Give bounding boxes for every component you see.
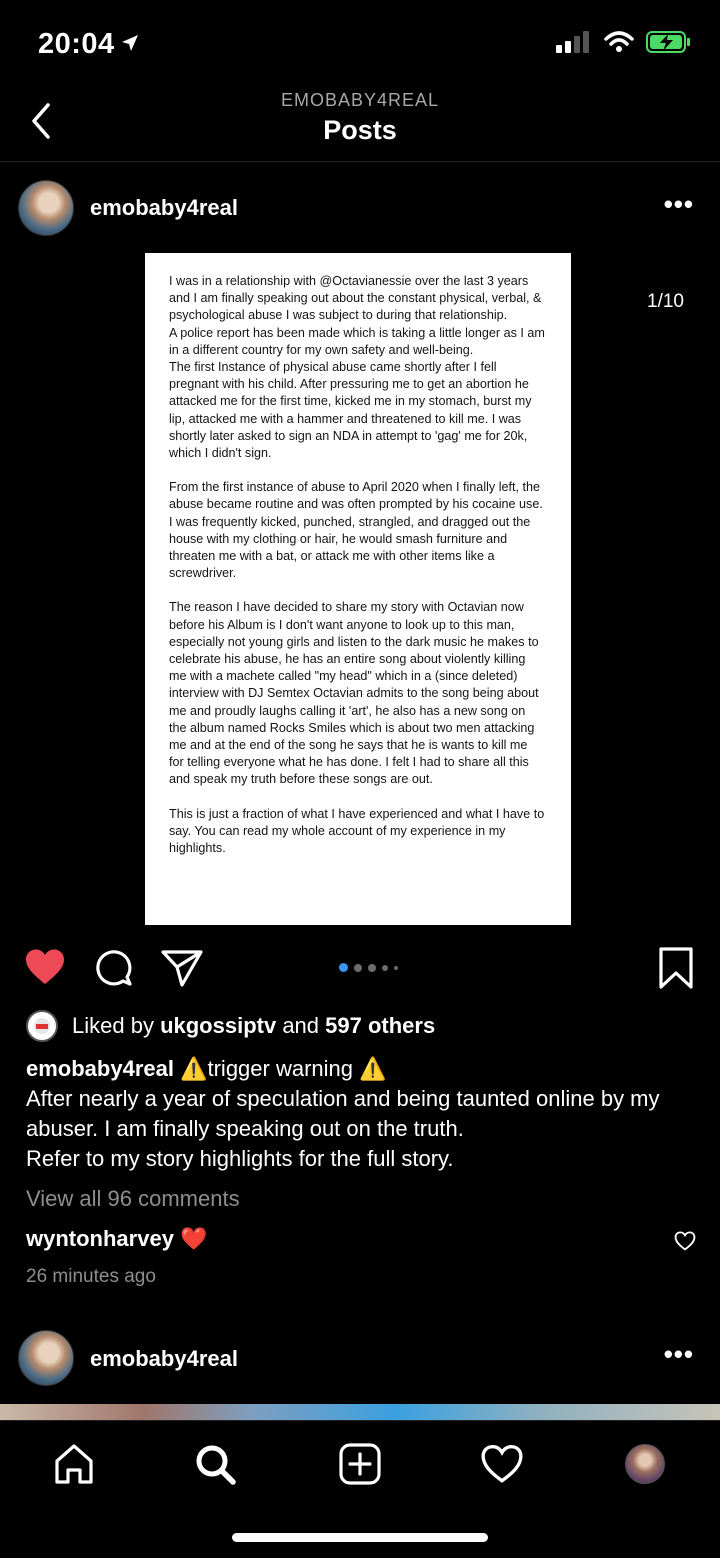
- caption-username[interactable]: emobaby4real: [26, 1056, 174, 1081]
- more-options-icon[interactable]: •••: [664, 189, 694, 220]
- likes-text: Liked by ukgossiptv and 597 others: [72, 1013, 435, 1039]
- avatar[interactable]: [18, 1330, 74, 1386]
- post-username[interactable]: emobaby4real: [90, 195, 238, 221]
- status-time: 20:04: [38, 28, 115, 60]
- post-timestamp: 26 minutes ago: [26, 1266, 156, 1287]
- card-paragraph: From the first instance of abuse to Apri…: [169, 480, 543, 581]
- text-card-image: I was in a relationship with @Octavianes…: [145, 253, 571, 925]
- carousel-dot: [354, 963, 362, 972]
- liker-avatar: [26, 1010, 58, 1042]
- heart-icon[interactable]: [24, 948, 66, 986]
- location-arrow-icon: [122, 35, 138, 51]
- caption-line: After nearly a year of speculation and b…: [26, 1086, 660, 1141]
- comment-text: ❤️: [180, 1226, 208, 1251]
- post-header: emobaby4real •••: [0, 163, 720, 253]
- avatar[interactable]: [18, 180, 74, 236]
- caption-warning: ⚠️trigger warning ⚠️: [180, 1056, 387, 1081]
- account-name: EMOBABY4REAL: [280, 90, 440, 110]
- home-icon: [55, 1444, 93, 1484]
- likes-row[interactable]: Liked by ukgossiptv and 597 others: [26, 1010, 435, 1042]
- likes-and: and: [276, 1013, 326, 1038]
- liked-by-others[interactable]: 597 others: [325, 1013, 435, 1038]
- home-indicator: [232, 1533, 488, 1542]
- comment-username[interactable]: wyntonharvey: [26, 1226, 174, 1251]
- share-icon[interactable]: [160, 948, 204, 988]
- status-bar: 20:04: [0, 0, 720, 90]
- post-actions: [0, 940, 720, 1000]
- tab-activity[interactable]: [477, 1439, 527, 1489]
- battery-charging-icon: [646, 31, 690, 53]
- carousel-dot: [382, 964, 388, 971]
- comment-icon[interactable]: [94, 948, 134, 988]
- tab-new-post[interactable]: [335, 1439, 385, 1489]
- comment: wyntonharvey ❤️: [26, 1226, 696, 1252]
- card-paragraph: This is just a fraction of what I have e…: [169, 806, 545, 856]
- carousel-dot-active: [339, 963, 348, 972]
- tab-profile[interactable]: [620, 1439, 670, 1489]
- caption: emobaby4real ⚠️trigger warning ⚠️ After …: [26, 1054, 696, 1174]
- view-comments-link[interactable]: View all 96 comments: [26, 1186, 240, 1212]
- liker-logo-icon: [34, 1018, 50, 1034]
- wifi-icon: [604, 31, 634, 52]
- profile-avatar: [625, 1444, 665, 1484]
- activity-icon: [481, 1445, 523, 1483]
- search-icon: [196, 1445, 236, 1485]
- new-post-icon: [339, 1443, 381, 1485]
- bookmark-icon[interactable]: [658, 946, 694, 990]
- caption-line: Refer to my story highlights for the ful…: [26, 1146, 454, 1171]
- liked-by-user[interactable]: ukgossiptv: [160, 1013, 276, 1038]
- next-post-username[interactable]: emobaby4real: [90, 1346, 238, 1372]
- carousel-dot: [394, 965, 398, 970]
- card-paragraph: A police report has been made which is t…: [169, 325, 545, 357]
- page-counter: 1/10: [647, 291, 684, 312]
- tab-home[interactable]: [49, 1439, 99, 1489]
- tab-search[interactable]: [190, 1439, 240, 1489]
- more-options-icon[interactable]: •••: [664, 1339, 694, 1370]
- page-title: Posts: [323, 115, 397, 145]
- next-post-header: emobaby4real •••: [0, 1313, 720, 1403]
- post-media[interactable]: I was in a relationship with @Octavianes…: [0, 253, 720, 933]
- likes-prefix: Liked by: [72, 1013, 161, 1038]
- carousel-indicator: [339, 963, 398, 972]
- card-paragraph: The reason I have decided to share my st…: [169, 600, 539, 787]
- carousel-dot: [368, 963, 376, 972]
- comment-heart-icon[interactable]: [674, 1231, 696, 1251]
- card-paragraph: The first Instance of physical abuse cam…: [169, 360, 532, 461]
- nav-bar: EMOBABY4REAL Posts: [0, 85, 720, 162]
- card-paragraph: I was in a relationship with @Octavianes…: [169, 274, 542, 323]
- signal-icon: [556, 31, 589, 53]
